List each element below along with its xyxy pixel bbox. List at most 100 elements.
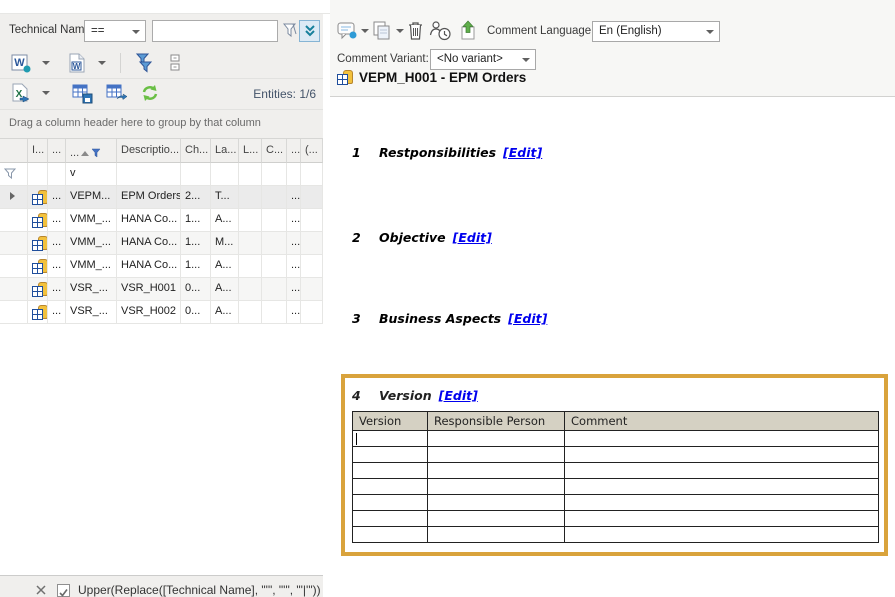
table-row[interactable]: ... VMM_... HANA Co... 1... A... ... bbox=[0, 255, 323, 278]
table-save-icon[interactable] bbox=[72, 83, 94, 104]
grid-header-icon-col[interactable]: I... bbox=[28, 139, 48, 163]
grid-filter-cell[interactable] bbox=[28, 163, 48, 186]
grid-header-l[interactable]: L... bbox=[239, 139, 262, 163]
entity-grid: I... ... ... Descriptio... Ch... La... L… bbox=[0, 138, 323, 576]
entities-count: Entities: 1/6 bbox=[253, 87, 316, 101]
table-load-icon[interactable] bbox=[106, 83, 128, 104]
edit-link[interactable]: [Edit] bbox=[453, 230, 492, 245]
filter-expression[interactable]: Upper(Replace([Technical Name], "'", "'"… bbox=[78, 583, 323, 597]
comment-bubble-icon[interactable] bbox=[337, 21, 358, 41]
comment-cell[interactable] bbox=[565, 447, 879, 463]
edit-link[interactable]: [Edit] bbox=[439, 388, 478, 403]
trash-icon[interactable] bbox=[407, 21, 424, 41]
grid-header-technical-name[interactable]: ... bbox=[66, 139, 117, 163]
version-table-row[interactable] bbox=[353, 431, 879, 447]
user-history-icon[interactable] bbox=[429, 20, 452, 42]
table-row[interactable]: ... VSR_... VSR_H001 0... A... ... bbox=[0, 278, 323, 301]
responsible-person-cell[interactable] bbox=[428, 447, 565, 463]
cell-l bbox=[239, 209, 262, 232]
comment-cell[interactable] bbox=[565, 479, 879, 495]
version-cell[interactable] bbox=[353, 431, 428, 447]
upload-icon[interactable] bbox=[459, 20, 477, 41]
responsible-person-cell[interactable] bbox=[428, 463, 565, 479]
version-table-row[interactable] bbox=[353, 463, 879, 479]
version-table-row[interactable] bbox=[353, 511, 879, 527]
grid-filter-cell[interactable] bbox=[117, 163, 181, 186]
responsible-person-column-header: Responsible Person bbox=[428, 412, 565, 431]
grid-filter-cell[interactable] bbox=[48, 163, 66, 186]
excel-export-caret-icon[interactable] bbox=[42, 91, 50, 95]
version-cell[interactable] bbox=[353, 495, 428, 511]
responsible-person-cell[interactable] bbox=[428, 511, 565, 527]
cell-l bbox=[239, 278, 262, 301]
grid-header-col9[interactable]: ... bbox=[287, 139, 301, 163]
grid-filter-cell[interactable] bbox=[301, 163, 323, 186]
grid-header-description[interactable]: Descriptio... bbox=[117, 139, 181, 163]
comment-cell[interactable] bbox=[565, 431, 879, 447]
version-table-row[interactable] bbox=[353, 495, 879, 511]
word-export-icon[interactable]: W bbox=[11, 53, 32, 73]
table-row[interactable]: ... VMM_... HANA Co... 1... M... ... bbox=[0, 232, 323, 255]
expand-filter-button[interactable] bbox=[299, 20, 320, 42]
filter-funnel-icon[interactable] bbox=[282, 22, 298, 39]
group-by-bar[interactable]: Drag a column header here to group by th… bbox=[0, 109, 323, 138]
filter-stack-icon[interactable] bbox=[134, 53, 154, 73]
refresh-icon[interactable] bbox=[140, 83, 160, 104]
word-document-icon[interactable]: W bbox=[68, 53, 86, 73]
filter-enabled-checkbox[interactable] bbox=[57, 584, 70, 597]
table-row[interactable]: ... VMM_... HANA Co... 1... A... ... bbox=[0, 209, 323, 232]
grid-header-la[interactable]: La... bbox=[211, 139, 239, 163]
comment-cell[interactable] bbox=[565, 463, 879, 479]
version-table-row[interactable] bbox=[353, 479, 879, 495]
grid-header-col2[interactable]: ... bbox=[48, 139, 66, 163]
grid-filter-cell[interactable] bbox=[181, 163, 211, 186]
responsible-person-cell[interactable] bbox=[428, 479, 565, 495]
technical-name-search-input[interactable] bbox=[152, 20, 278, 42]
grid-filter-cell[interactable] bbox=[239, 163, 262, 186]
edit-link[interactable]: [Edit] bbox=[503, 145, 542, 160]
filter-row-funnel-icon bbox=[4, 168, 16, 180]
copy-page-icon[interactable] bbox=[372, 21, 392, 41]
responsible-person-cell[interactable] bbox=[428, 527, 565, 543]
version-cell[interactable] bbox=[353, 447, 428, 463]
comment-cell[interactable] bbox=[565, 495, 879, 511]
cell-c bbox=[262, 301, 287, 324]
excel-export-icon[interactable]: X bbox=[11, 83, 32, 104]
comment-caret-icon[interactable] bbox=[361, 29, 369, 33]
comment-variant-dropdown[interactable]: <No variant> bbox=[430, 49, 536, 70]
column-filter-icon[interactable] bbox=[91, 148, 101, 159]
version-cell[interactable] bbox=[353, 511, 428, 527]
table-row[interactable]: ... VEPM... EPM Orders 2... T... ... bbox=[0, 186, 323, 209]
table-row[interactable]: ... VSR_... VSR_H002 0... A... ... bbox=[0, 301, 323, 324]
copy-page-caret-icon[interactable] bbox=[396, 29, 404, 33]
version-table-row[interactable] bbox=[353, 527, 879, 543]
comment-cell[interactable] bbox=[565, 527, 879, 543]
edit-link[interactable]: [Edit] bbox=[508, 311, 547, 326]
version-cell[interactable] bbox=[353, 527, 428, 543]
grid-header-col10[interactable]: (... bbox=[301, 139, 323, 163]
section-objective: 2Objective[Edit] bbox=[352, 230, 492, 245]
grid-filter-cell[interactable] bbox=[211, 163, 239, 186]
cell-last bbox=[301, 301, 323, 324]
svg-text:W: W bbox=[14, 57, 25, 69]
grid-header-ch[interactable]: Ch... bbox=[181, 139, 211, 163]
grid-filter-cell[interactable] bbox=[287, 163, 301, 186]
comment-cell[interactable] bbox=[565, 511, 879, 527]
layout-squares-icon[interactable] bbox=[168, 53, 182, 73]
word-document-caret-icon[interactable] bbox=[98, 61, 106, 65]
comment-language-dropdown[interactable]: En (English) bbox=[592, 21, 720, 42]
filter-operator-dropdown[interactable]: == bbox=[84, 20, 146, 42]
chevron-down-icon bbox=[522, 58, 530, 62]
version-table-row[interactable] bbox=[353, 447, 879, 463]
version-cell[interactable] bbox=[353, 479, 428, 495]
close-filter-icon[interactable] bbox=[36, 585, 46, 595]
responsible-person-cell[interactable] bbox=[428, 495, 565, 511]
comment-variant-label: Comment Variant: bbox=[337, 53, 429, 65]
responsible-person-cell[interactable] bbox=[428, 431, 565, 447]
version-cell[interactable] bbox=[353, 463, 428, 479]
calculation-view-icon bbox=[32, 305, 48, 320]
grid-filter-cell[interactable] bbox=[262, 163, 287, 186]
grid-header-c[interactable]: C... bbox=[262, 139, 287, 163]
word-export-caret-icon[interactable] bbox=[42, 61, 50, 65]
grid-filter-technical-name[interactable]: v bbox=[66, 163, 117, 186]
